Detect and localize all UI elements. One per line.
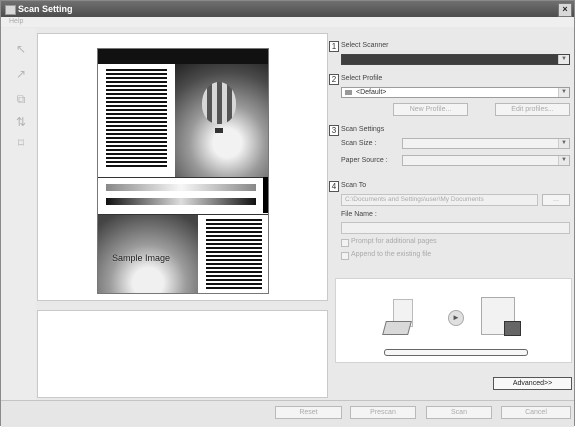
chevron-down-icon[interactable]: ▼ [558,139,569,148]
scanner-select[interactable]: ▼ [341,54,570,65]
new-profile-button[interactable]: New Profile... [393,103,468,116]
prompt-pages-checkbox[interactable] [341,239,349,247]
profile-select[interactable]: <Default> ▼ [341,87,570,98]
file-name-label: File Name : [341,211,377,218]
chevron-down-icon[interactable]: ▼ [558,156,569,165]
scan-settings-title: Scan Settings [341,126,385,133]
step-number: 1 [329,41,339,52]
scanner-app-icon [5,5,16,15]
step-number: 2 [329,74,339,85]
paper-source-label: Paper Source : [341,157,388,164]
folder-icon [504,321,521,336]
scan-progress-bar [384,349,528,356]
prescan-button[interactable]: Prescan [350,406,416,419]
edit-profiles-button[interactable]: Edit profiles... [495,103,570,116]
scanner-icon [382,299,414,335]
gradient-bar [106,184,256,191]
scan-progress-illustration: ► [335,278,572,363]
step-number: 3 [329,125,339,136]
balloon-basket-icon [215,128,223,133]
scan-to-path[interactable]: C:\Documents and Settings\user\My Docume… [341,194,538,206]
gradient-band [98,177,268,215]
scanner-base-icon [382,321,412,335]
top-black-bar [98,49,268,64]
sample-preview-image: Sample Image [97,48,269,294]
left-toolbar: ↖ ↗ ⧉ ⇅ ⌑ [1,28,36,400]
scan-setting-window: Scan Setting × Help ↖ ↗ ⧉ ⇅ ⌑ Sample Ima… [0,0,575,427]
rotate-right-icon[interactable]: ↗ [14,67,28,81]
gradient-bar [106,198,256,205]
paper-source-select[interactable]: ▼ [402,155,570,166]
scan-button[interactable]: Scan [426,406,492,419]
chevron-down-icon[interactable]: ▼ [558,88,569,97]
profile-icon [345,90,352,95]
scan-to-title: Scan To [341,182,367,189]
sample-photo: Sample Image [98,215,198,293]
arrow-right-icon: ► [448,310,464,326]
window-title: Scan Setting [18,4,73,14]
crop-icon[interactable]: ⌑ [14,136,28,150]
append-file-checkbox[interactable] [341,252,349,260]
mirror-icon[interactable]: ⇅ [14,115,28,129]
text-lines-block [106,69,167,167]
rotate-left-icon[interactable]: ↖ [14,42,28,56]
append-file-label: Append to the existing file [351,251,432,258]
scan-size-label: Scan Size : [341,140,377,147]
scan-size-select[interactable]: ▼ [402,138,570,149]
balloon-photo [175,64,268,177]
help-menu[interactable]: Help [9,17,23,27]
button-footer: Reset Prescan Scan Cancel [1,400,574,427]
text-lines-block [206,219,262,289]
prompt-pages-label: Prompt for additional pages [351,238,437,245]
title-bar: Scan Setting × [1,1,574,17]
select-profile-title: Select Profile [341,75,383,82]
select-scanner-title: Select Scanner [341,42,389,49]
hot-air-balloon-icon [202,82,236,124]
sample-image-label: Sample Image [112,253,171,263]
profile-value: <Default> [356,89,387,96]
cancel-button[interactable]: Cancel [501,406,571,419]
browse-button[interactable]: ... [542,194,570,206]
close-button[interactable]: × [558,3,572,17]
flip-icon[interactable]: ⧉ [14,92,28,106]
reset-button[interactable]: Reset [275,406,342,419]
thumbnail-pane [37,310,328,398]
menu-bar: Help [1,17,574,27]
chevron-down-icon[interactable]: ▼ [558,55,569,64]
step-number: 4 [329,181,339,192]
black-side-bar [263,177,268,213]
file-name-input[interactable] [341,222,570,234]
advanced-button[interactable]: Advanced>> [493,377,572,390]
